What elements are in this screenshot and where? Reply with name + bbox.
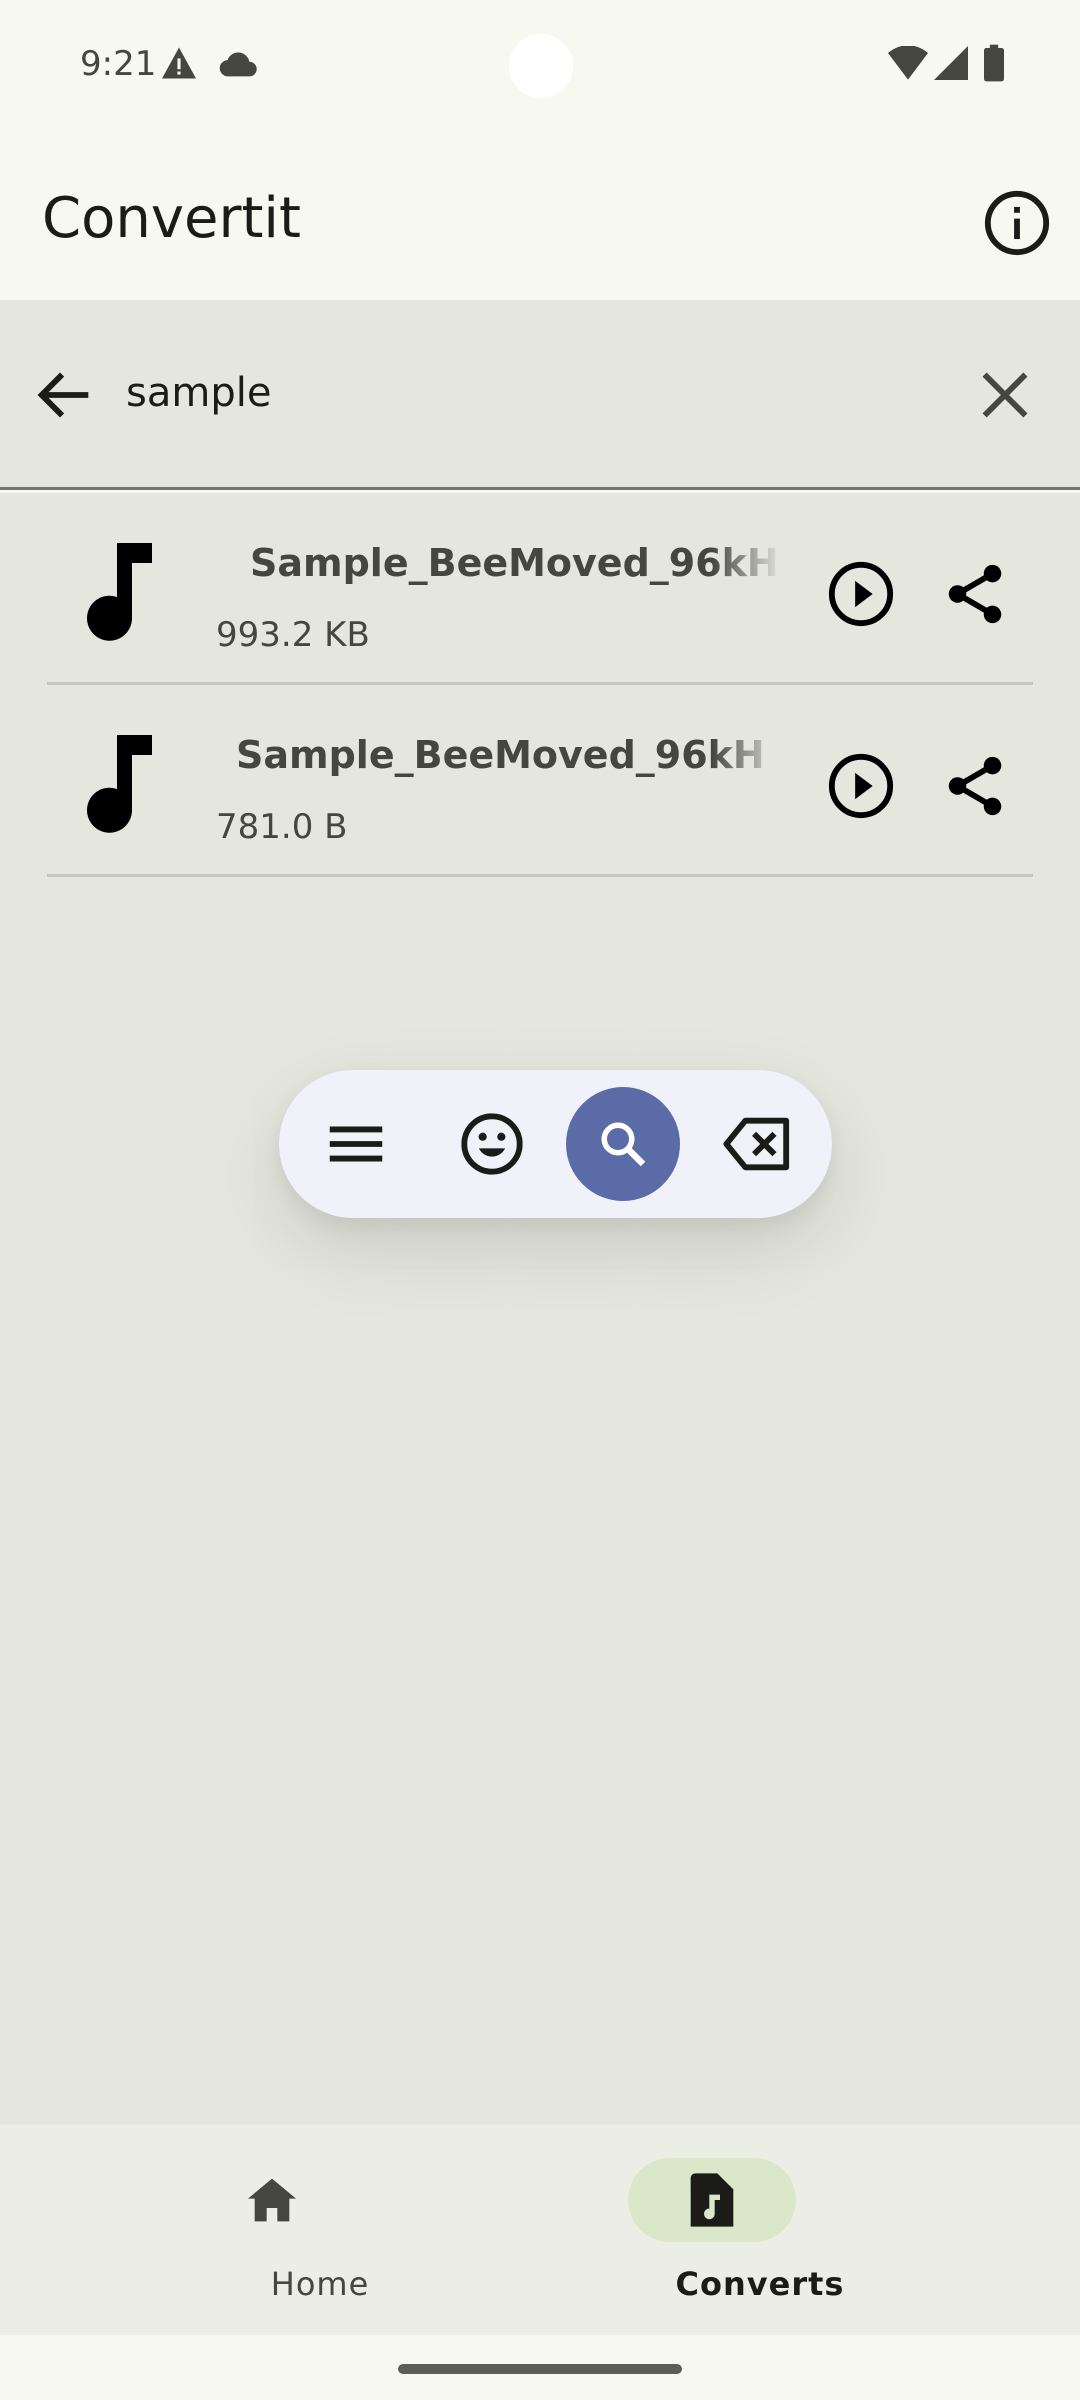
signal-icon: [934, 46, 968, 80]
wifi-icon: [888, 46, 928, 80]
menu-icon[interactable]: [321, 1109, 391, 1179]
gesture-bar[interactable]: [398, 2364, 682, 2374]
info-icon[interactable]: [982, 188, 1052, 258]
nav-item-converts[interactable]: Converts: [490, 2125, 1030, 2335]
file-size: 781.0 B: [216, 807, 348, 847]
nav-pill: [188, 2158, 356, 2242]
cloud-icon: [219, 52, 257, 77]
divider: [47, 874, 1033, 877]
search-button[interactable]: [566, 1087, 680, 1201]
audio-file-icon: [690, 2173, 734, 2227]
close-icon[interactable]: [970, 360, 1040, 430]
battery-icon: [984, 44, 1004, 82]
search-icon: [601, 1122, 646, 1167]
file-name: Sample_BeeMoved_96kHz24bit: [250, 541, 780, 585]
status-time: 9:21: [80, 44, 157, 84]
file-name-fade: [712, 733, 782, 789]
floating-keyboard-toolbar: [279, 1070, 832, 1218]
home-icon: [248, 2178, 296, 2222]
file-name: Sample_BeeMoved_96kHz24bit: [236, 733, 766, 777]
emoji-icon[interactable]: [457, 1109, 527, 1179]
file-list: Sample_BeeMoved_96kHz24bit 993.2 KB Samp…: [0, 493, 1080, 2125]
backspace-icon[interactable]: [722, 1109, 792, 1179]
play-icon[interactable]: [826, 751, 896, 821]
arrow-back-icon[interactable]: [30, 360, 100, 430]
play-icon[interactable]: [826, 559, 896, 629]
app-screen: 9:21 Convertit sample Sample_BeeMoved_96…: [0, 0, 1080, 2400]
nav-pill-active: [628, 2158, 796, 2242]
list-item[interactable]: Sample_BeeMoved_96kHz24bit 993.2 KB: [0, 493, 1080, 685]
nav-label-converts: Converts: [675, 2265, 845, 2303]
list-item[interactable]: Sample_BeeMoved_96kHz24bit 781.0 B: [0, 685, 1080, 877]
file-name-fade: [712, 541, 782, 597]
app-title: Convertit: [42, 186, 301, 251]
search-input[interactable]: sample: [126, 370, 271, 416]
share-icon[interactable]: [940, 751, 1010, 821]
camera-cutout: [509, 34, 573, 98]
share-icon[interactable]: [940, 559, 1010, 629]
music-note-icon: [87, 543, 152, 641]
file-size: 993.2 KB: [216, 615, 370, 655]
music-note-icon: [87, 735, 152, 833]
top-app-bar: Convertit: [0, 132, 1080, 300]
status-bar: 9:21: [0, 0, 1080, 132]
warning-icon: [162, 47, 196, 79]
search-bar: sample: [0, 300, 1080, 490]
bottom-navigation: Home Converts: [0, 2125, 1080, 2335]
